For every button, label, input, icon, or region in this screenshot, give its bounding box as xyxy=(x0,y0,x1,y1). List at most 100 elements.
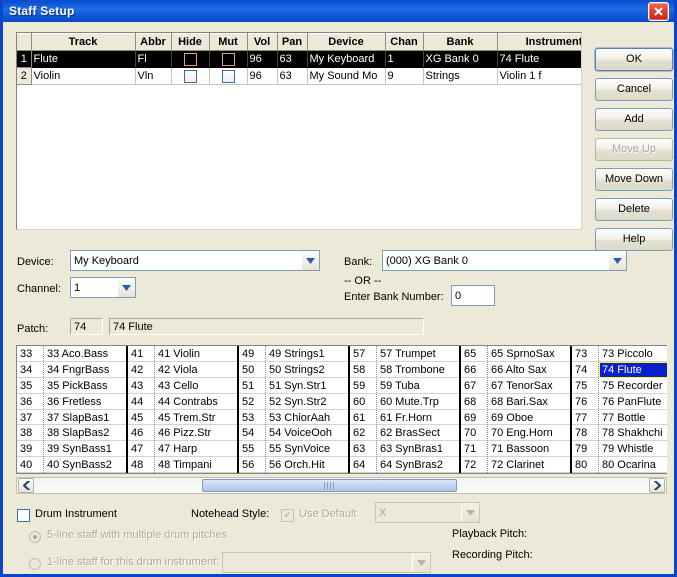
channel-dropdown[interactable]: 1 xyxy=(70,277,136,298)
patch-name-cell[interactable]: 68 Bari.Sax xyxy=(488,394,570,410)
col-vol[interactable]: Vol xyxy=(247,34,277,51)
bank-dropdown[interactable]: (000) XG Bank 0 xyxy=(382,250,627,271)
patch-name-cell[interactable]: 48 Timpani xyxy=(155,457,237,473)
patch-number-cell[interactable]: 44 xyxy=(128,394,154,410)
patch-number-cell[interactable]: 49 xyxy=(239,346,265,362)
cell-mute[interactable] xyxy=(209,68,247,85)
scroll-left-arrow-icon[interactable] xyxy=(18,478,34,493)
patch-number-cell[interactable]: 77 xyxy=(572,410,598,426)
patch-name-cell[interactable]: 38 SlapBas2 xyxy=(44,425,126,441)
patch-name-cell[interactable]: 57 Trumpet xyxy=(377,346,459,362)
patch-number-cell[interactable]: 48 xyxy=(128,457,154,473)
patch-name-cell[interactable]: 39 SynBass1 xyxy=(44,441,126,457)
patch-number-cell[interactable]: 65 xyxy=(461,346,487,362)
patch-name-cell[interactable]: 51 Syn.Str1 xyxy=(266,378,348,394)
patch-number-cell[interactable]: 45 xyxy=(128,410,154,426)
patch-number-cell[interactable]: 78 xyxy=(572,425,598,441)
patch-name-cell[interactable]: 53 ChiorAah xyxy=(266,410,348,426)
patch-number-cell[interactable]: 40 xyxy=(17,457,43,473)
scrollbar-thumb[interactable]: |||| xyxy=(202,479,457,492)
patch-number-cell[interactable]: 54 xyxy=(239,425,265,441)
patch-name-cell[interactable]: 79 Whistle xyxy=(599,441,667,457)
cell-instrument[interactable]: Violin 1 f xyxy=(497,68,582,85)
patch-number-cell[interactable]: 66 xyxy=(461,362,487,378)
patch-name-cell[interactable]: 52 Syn.Str2 xyxy=(266,394,348,410)
patch-number-cell[interactable]: 47 xyxy=(128,441,154,457)
cell-abbr[interactable]: Vln xyxy=(135,68,171,85)
col-hide[interactable]: Hide xyxy=(171,34,209,51)
title-bar[interactable]: Staff Setup xyxy=(3,0,674,22)
patch-name-cell[interactable]: 76 PanFlute xyxy=(599,394,667,410)
patch-name-cell[interactable]: 67 TenorSax xyxy=(488,378,570,394)
cell-track[interactable]: Flute xyxy=(31,51,135,68)
cell-vol[interactable]: 96 xyxy=(247,51,277,68)
chevron-down-icon[interactable] xyxy=(117,278,135,297)
patch-name-cell[interactable]: 77 Bottle xyxy=(599,410,667,426)
patch-name-cell[interactable]: 58 Trombone xyxy=(377,362,459,378)
patch-number-cell[interactable]: 37 xyxy=(17,410,43,426)
track-list[interactable]: Track Abbr Hide Mut Vol Pan Device Chan … xyxy=(16,32,582,230)
patch-name-cell[interactable]: 55 SynVoice xyxy=(266,441,348,457)
col-mut[interactable]: Mut xyxy=(209,34,247,51)
add-button[interactable]: Add xyxy=(595,108,673,131)
patch-name-cell[interactable]: 63 SynBras1 xyxy=(377,441,459,457)
patch-name-cell[interactable]: 73 Piccolo xyxy=(599,346,667,362)
col-chan[interactable]: Chan xyxy=(385,34,423,51)
patch-name-cell[interactable]: 72 Clarinet xyxy=(488,457,570,473)
cell-bank[interactable]: Strings xyxy=(423,68,497,85)
patch-number-cell[interactable]: 79 xyxy=(572,441,598,457)
bank-number-input[interactable]: 0 xyxy=(451,285,495,306)
patch-number-cell[interactable]: 39 xyxy=(17,441,43,457)
hide-checkbox[interactable] xyxy=(184,53,197,66)
patch-number-cell[interactable]: 71 xyxy=(461,441,487,457)
patch-number-cell[interactable]: 53 xyxy=(239,410,265,426)
patch-number-cell[interactable]: 64 xyxy=(350,457,376,473)
col-instrument[interactable]: Instrument xyxy=(497,34,582,51)
patch-name-cell[interactable]: 43 Cello xyxy=(155,378,237,394)
cell-mute[interactable] xyxy=(209,51,247,68)
patch-name-cell[interactable]: 78 Shakhchi xyxy=(599,425,667,441)
patch-name-cell[interactable]: 75 Recorder xyxy=(599,378,667,394)
mute-checkbox[interactable] xyxy=(222,70,235,83)
patch-name-cell[interactable]: 36 Fretless xyxy=(44,394,126,410)
table-row[interactable]: 1 Flute Fl 96 63 My Keyboard 1 XG Bank 0… xyxy=(17,51,582,68)
patch-name-cell[interactable]: 37 SlapBas1 xyxy=(44,410,126,426)
col-abbr[interactable]: Abbr xyxy=(135,34,171,51)
close-icon[interactable] xyxy=(648,2,669,21)
patch-number-cell[interactable]: 52 xyxy=(239,394,265,410)
cell-instrument[interactable]: 74 Flute xyxy=(497,51,582,68)
patch-number-cell[interactable]: 61 xyxy=(350,410,376,426)
patch-name-cell[interactable]: 50 Strings2 xyxy=(266,362,348,378)
patch-name-cell[interactable]: 65 SprnoSax xyxy=(488,346,570,362)
patch-name-cell-selected[interactable]: 74 Flute xyxy=(599,362,667,378)
patch-number-cell[interactable]: 58 xyxy=(350,362,376,378)
patch-name-cell[interactable]: 66 Alto Sax xyxy=(488,362,570,378)
patch-name-cell[interactable]: 54 VoiceOoh xyxy=(266,425,348,441)
patch-number-cell[interactable]: 57 xyxy=(350,346,376,362)
patch-name-cell[interactable]: 69 Oboe xyxy=(488,410,570,426)
patch-number-cell[interactable]: 41 xyxy=(128,346,154,362)
patch-number-cell[interactable]: 33 xyxy=(17,346,43,362)
patch-number-cell[interactable]: 38 xyxy=(17,425,43,441)
patch-name-cell[interactable]: 60 Mute.Trp xyxy=(377,394,459,410)
patch-number-cell[interactable]: 75 xyxy=(572,378,598,394)
cell-device[interactable]: My Sound Mo xyxy=(307,68,385,85)
patch-name-cell[interactable]: 59 Tuba xyxy=(377,378,459,394)
move-down-button[interactable]: Move Down xyxy=(595,168,673,191)
help-button[interactable]: Help xyxy=(595,228,673,251)
patch-name-cell[interactable]: 61 Fr.Horn xyxy=(377,410,459,426)
patch-number-cell[interactable]: 76 xyxy=(572,394,598,410)
col-device[interactable]: Device xyxy=(307,34,385,51)
patch-number-cell[interactable]: 56 xyxy=(239,457,265,473)
patch-name-cell[interactable]: 40 SynBass2 xyxy=(44,457,126,473)
patch-number-cell[interactable]: 35 xyxy=(17,378,43,394)
ok-button[interactable]: OK xyxy=(595,48,673,71)
patch-name-cell[interactable]: 42 Viola xyxy=(155,362,237,378)
patch-number-cell[interactable]: 36 xyxy=(17,394,43,410)
patch-number-cell[interactable]: 72 xyxy=(461,457,487,473)
patch-name-cell[interactable]: 46 Pizz.Str xyxy=(155,425,237,441)
patch-number-cell[interactable]: 62 xyxy=(350,425,376,441)
delete-button[interactable]: Delete xyxy=(595,198,673,221)
patch-name-cell[interactable]: 47 Harp xyxy=(155,441,237,457)
patch-name-cell[interactable]: 80 Ocarina xyxy=(599,457,667,473)
